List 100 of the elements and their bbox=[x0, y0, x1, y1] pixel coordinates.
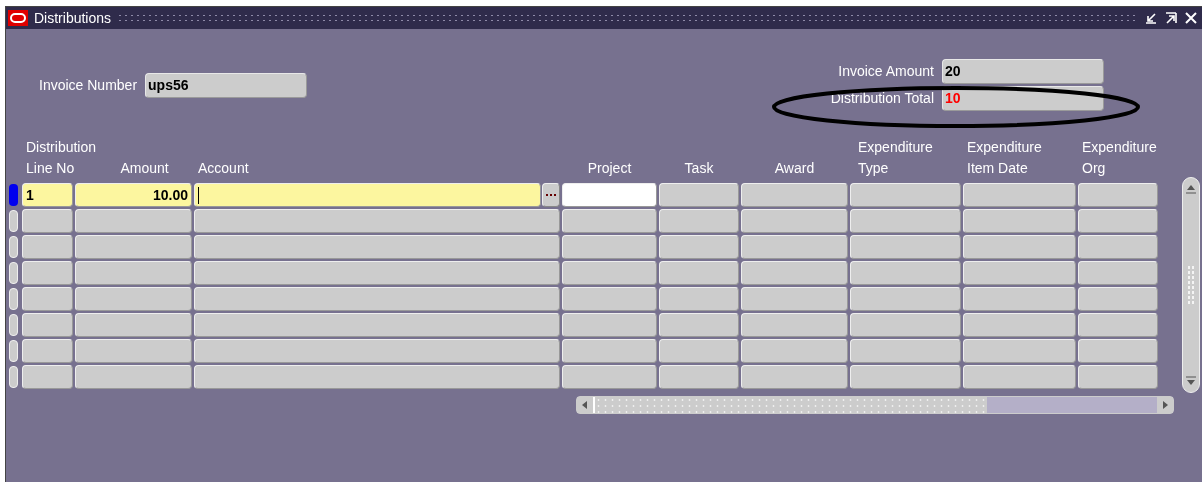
table-cell[interactable] bbox=[850, 313, 961, 337]
table-cell[interactable] bbox=[963, 235, 1076, 259]
table-cell[interactable] bbox=[850, 287, 961, 311]
table-cell[interactable] bbox=[659, 261, 739, 285]
table-cell[interactable] bbox=[562, 183, 657, 207]
table-cell[interactable] bbox=[75, 235, 192, 259]
record-indicator[interactable] bbox=[9, 184, 18, 206]
table-cell[interactable] bbox=[562, 209, 657, 233]
table-cell[interactable] bbox=[562, 339, 657, 363]
column-header: Distribution Line No bbox=[25, 138, 95, 178]
table-cell[interactable] bbox=[22, 261, 73, 285]
scroll-thumb[interactable] bbox=[593, 397, 987, 413]
table-cell[interactable] bbox=[562, 287, 657, 311]
text-cursor bbox=[198, 186, 199, 204]
table-cell[interactable]: 10.00 bbox=[75, 183, 192, 207]
table-cell[interactable] bbox=[1078, 183, 1158, 207]
table-cell[interactable] bbox=[963, 287, 1076, 311]
table-cell[interactable] bbox=[659, 235, 739, 259]
record-indicator[interactable] bbox=[9, 340, 18, 362]
table-cell[interactable] bbox=[194, 235, 560, 259]
field-label: Invoice Amount bbox=[838, 62, 934, 81]
horizontal-scrollbar[interactable] bbox=[576, 396, 1174, 414]
table-cell[interactable] bbox=[1078, 209, 1158, 233]
table-cell[interactable] bbox=[194, 339, 560, 363]
table-cell[interactable] bbox=[850, 209, 961, 233]
table-cell[interactable] bbox=[194, 365, 560, 389]
table-cell[interactable] bbox=[22, 235, 73, 259]
table-cell[interactable] bbox=[1078, 339, 1158, 363]
table-cell[interactable] bbox=[1078, 261, 1158, 285]
table-cell[interactable] bbox=[963, 261, 1076, 285]
table-cell[interactable] bbox=[741, 209, 848, 233]
record-indicator[interactable] bbox=[9, 236, 18, 258]
table-cell[interactable] bbox=[22, 313, 73, 337]
field-value: 20 bbox=[945, 62, 961, 81]
table-cell[interactable] bbox=[75, 287, 192, 311]
table-cell[interactable]: 1 bbox=[22, 183, 73, 207]
table-cell[interactable] bbox=[659, 209, 739, 233]
invoice-amount-field[interactable]: 20 bbox=[942, 59, 1104, 84]
table-cell[interactable] bbox=[75, 313, 192, 337]
vertical-scrollbar[interactable] bbox=[1182, 177, 1200, 393]
table-cell[interactable] bbox=[850, 235, 961, 259]
table-cell[interactable] bbox=[1078, 313, 1158, 337]
window-title: Distributions bbox=[34, 8, 112, 28]
record-indicator[interactable] bbox=[9, 262, 18, 284]
field-value: 10 bbox=[945, 89, 961, 108]
record-indicator[interactable] bbox=[9, 288, 18, 310]
table-cell[interactable] bbox=[741, 313, 848, 337]
ellipsis-icon bbox=[546, 193, 556, 197]
invoice-number-field[interactable]: ups56 bbox=[145, 73, 308, 98]
record-indicator[interactable] bbox=[9, 366, 18, 388]
table-cell[interactable] bbox=[1078, 235, 1158, 259]
table-cell[interactable] bbox=[562, 235, 657, 259]
table-cell[interactable] bbox=[194, 183, 541, 207]
table-cell[interactable] bbox=[75, 209, 192, 233]
table-cell[interactable] bbox=[659, 313, 739, 337]
record-indicator[interactable] bbox=[9, 210, 18, 232]
table-cell[interactable] bbox=[741, 235, 848, 259]
table-cell[interactable] bbox=[741, 287, 848, 311]
table-cell[interactable] bbox=[963, 339, 1076, 363]
table-cell[interactable] bbox=[22, 365, 73, 389]
table-cell[interactable] bbox=[850, 339, 961, 363]
table-cell[interactable] bbox=[850, 261, 961, 285]
table-cell[interactable] bbox=[850, 365, 961, 389]
table-cell[interactable] bbox=[194, 287, 560, 311]
table-cell[interactable] bbox=[963, 209, 1076, 233]
table-cell[interactable] bbox=[75, 339, 192, 363]
minimize-icon[interactable] bbox=[1144, 11, 1158, 25]
table-cell[interactable] bbox=[741, 183, 848, 207]
column-header: Account bbox=[197, 159, 250, 178]
record-indicator[interactable] bbox=[9, 314, 18, 336]
table-cell[interactable] bbox=[22, 209, 73, 233]
table-cell[interactable] bbox=[741, 261, 848, 285]
table-cell[interactable] bbox=[22, 339, 73, 363]
table-cell[interactable] bbox=[1078, 287, 1158, 311]
field-label: Invoice Number bbox=[39, 76, 138, 95]
table-cell[interactable] bbox=[963, 183, 1076, 207]
list-of-values-button[interactable] bbox=[542, 183, 560, 207]
close-icon[interactable] bbox=[1184, 11, 1198, 25]
table-cell[interactable] bbox=[963, 313, 1076, 337]
table-cell[interactable] bbox=[659, 339, 739, 363]
table-cell[interactable] bbox=[659, 365, 739, 389]
table-cell[interactable] bbox=[659, 287, 739, 311]
table-cell[interactable] bbox=[194, 313, 560, 337]
table-cell[interactable] bbox=[659, 183, 739, 207]
table-cell[interactable] bbox=[75, 261, 192, 285]
table-cell[interactable] bbox=[22, 287, 73, 311]
table-cell[interactable] bbox=[194, 261, 560, 285]
table-cell[interactable] bbox=[562, 365, 657, 389]
table-cell[interactable] bbox=[562, 313, 657, 337]
column-header: Award bbox=[773, 159, 816, 178]
column-header: Expenditure Type bbox=[857, 138, 934, 178]
table-cell[interactable] bbox=[963, 365, 1076, 389]
table-cell[interactable] bbox=[562, 261, 657, 285]
table-cell[interactable] bbox=[1078, 365, 1158, 389]
table-cell[interactable] bbox=[75, 365, 192, 389]
maximize-icon[interactable] bbox=[1164, 11, 1178, 25]
table-cell[interactable] bbox=[194, 209, 560, 233]
table-cell[interactable] bbox=[741, 339, 848, 363]
table-cell[interactable] bbox=[741, 365, 848, 389]
table-cell[interactable] bbox=[850, 183, 961, 207]
